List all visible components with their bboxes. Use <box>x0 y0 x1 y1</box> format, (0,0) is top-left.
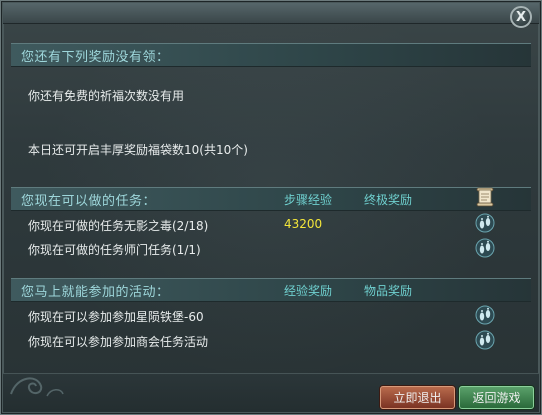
decorative-swirl-icon <box>10 377 64 397</box>
section-title: 您还有下列奖励没有领： <box>21 50 170 65</box>
column-header-final-reward: 终极奖励 <box>364 193 413 207</box>
reward-item: 你还有免费的祈福次数没有用 <box>28 89 185 103</box>
activity-label: 你现在可以参加参加商会任务活动 <box>28 335 209 349</box>
reward-window: X 您还有下列奖励没有领： 你还有免费的祈福次数没有用 本日还可开启丰厚奖励福袋… <box>0 0 542 415</box>
reward-item: 本日还可开启丰厚奖励福袋数10(共10个) <box>28 143 248 157</box>
task-label: 你现在可做的任务无影之毒(2/18) <box>28 219 209 233</box>
return-to-game-button[interactable]: 返回游戏 <box>459 386 534 409</box>
section-title: 您马上就能参加的活动： <box>21 285 170 300</box>
title-bar <box>3 3 539 24</box>
section-title: 您现在可以做的任务： <box>21 194 157 209</box>
footprints-icon[interactable] <box>475 330 495 350</box>
exit-now-button[interactable]: 立即退出 <box>380 386 455 409</box>
section-tasks-header: 您现在可以做的任务： 步骤经验 终极奖励 <box>11 187 531 211</box>
scroll-icon[interactable] <box>474 186 496 208</box>
column-header-step-exp: 步骤经验 <box>284 193 333 207</box>
section-unclaimed-rewards-header: 您还有下列奖励没有领： <box>11 43 531 67</box>
footprints-icon[interactable] <box>475 305 495 325</box>
close-button[interactable]: X <box>510 6 532 28</box>
close-icon: X <box>515 9 527 25</box>
task-exp-value: 43200 <box>284 217 323 231</box>
task-label: 你现在可做的任务师门任务(1/1) <box>28 243 201 257</box>
footprints-icon[interactable] <box>475 213 495 233</box>
column-header-item-reward: 物品奖励 <box>364 284 413 298</box>
footprints-icon[interactable] <box>475 238 495 258</box>
section-activities-header: 您马上就能参加的活动： 经验奖励 物品奖励 <box>11 278 531 302</box>
activity-label: 你现在可以参加参加星陨铁堡-60 <box>28 310 204 324</box>
column-header-exp-reward: 经验奖励 <box>284 284 333 298</box>
